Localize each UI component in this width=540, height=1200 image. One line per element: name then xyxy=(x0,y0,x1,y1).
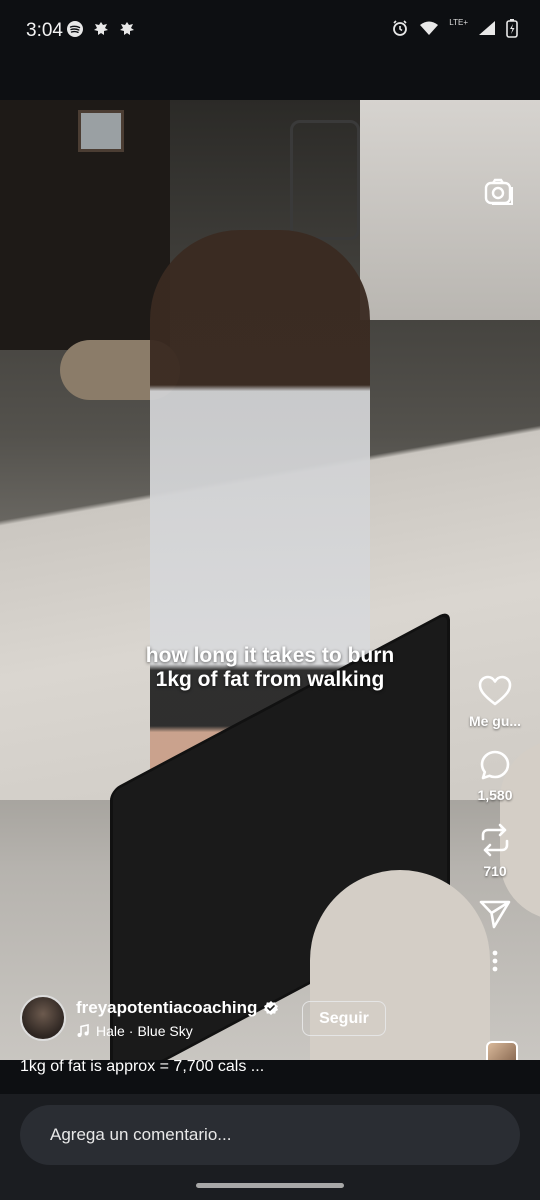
status-system-icons: LTE+ xyxy=(391,18,518,38)
app-notification-icon xyxy=(94,22,108,35)
like-label: Me gu... xyxy=(468,713,522,729)
app-notification-icon-2 xyxy=(120,22,134,35)
wifi-icon xyxy=(420,21,439,35)
like-button[interactable]: Me gu... xyxy=(469,675,521,729)
status-bar: 3:04 LTE+ xyxy=(0,0,540,60)
verified-badge-icon xyxy=(264,1000,279,1015)
comment-icon xyxy=(480,750,510,780)
comment-placeholder: Agrega un comentario... xyxy=(50,1125,232,1144)
spotify-icon xyxy=(67,21,83,37)
status-notifications xyxy=(66,20,136,38)
network-type: LTE+ xyxy=(449,17,468,27)
alarm-icon xyxy=(393,20,408,36)
avatar[interactable] xyxy=(20,995,66,1041)
stroller xyxy=(290,120,360,240)
top-bar xyxy=(0,60,540,100)
author-row: freyapotentiacoaching Hale · Blue Sky xyxy=(20,995,279,1041)
music-info[interactable]: Hale · Blue Sky xyxy=(76,1023,279,1039)
home-indicator[interactable] xyxy=(196,1183,344,1188)
comments-button[interactable]: 1,580 xyxy=(477,749,513,803)
signal-icon xyxy=(479,21,495,35)
music-note-icon xyxy=(77,1023,89,1037)
heart-icon xyxy=(478,675,512,706)
staircase xyxy=(360,100,540,320)
camera-icon[interactable] xyxy=(484,178,516,206)
music-artist: Hale xyxy=(96,1022,125,1039)
music-track: Blue Sky xyxy=(137,1022,193,1039)
repost-icon xyxy=(481,823,509,857)
caption-line-1: how long it takes to burn xyxy=(145,644,395,667)
comments-count: 1,580 xyxy=(477,787,513,803)
send-icon xyxy=(479,900,511,929)
comment-input[interactable]: Agrega un comentario... xyxy=(20,1105,520,1165)
more-vertical-icon xyxy=(492,950,498,972)
repost-button[interactable]: 710 xyxy=(479,823,511,879)
post-description[interactable]: 1kg of fat is approx = 7,700 cals ... xyxy=(20,1058,264,1076)
author-username[interactable]: freyapotentiacoaching xyxy=(76,998,257,1018)
author-info: freyapotentiacoaching Hale · Blue Sky xyxy=(76,998,279,1039)
more-options-button[interactable] xyxy=(491,949,499,973)
picture-frame xyxy=(78,110,124,152)
battery-icon xyxy=(506,19,518,38)
status-time: 3:04 xyxy=(26,20,63,41)
action-rail: Me gu... 1,580 710 xyxy=(450,675,540,993)
share-button[interactable] xyxy=(479,899,511,929)
reposts-count: 710 xyxy=(483,863,507,879)
follow-button[interactable]: Seguir xyxy=(302,1001,386,1036)
